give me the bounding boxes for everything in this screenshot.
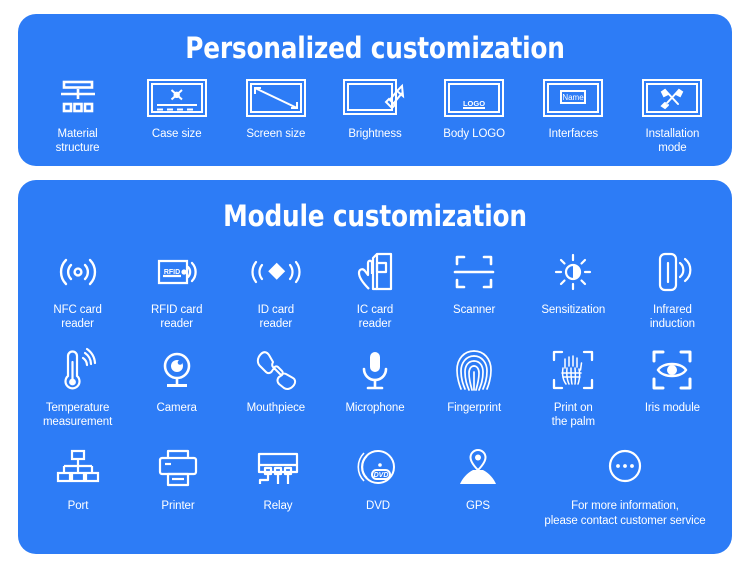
item-label: ID card reader — [257, 304, 295, 331]
item-label: Infrared induction — [649, 304, 695, 331]
item-dvd[interactable]: DVD DVD — [330, 443, 426, 513]
panel-module-customization: Module customization NFC card reader RFI… — [18, 180, 732, 554]
item-port[interactable]: Port — [30, 443, 126, 513]
item-label: For more information, please contact cus… — [544, 500, 706, 527]
panel-personalized-customization: Personalized customization Material stru… — [18, 14, 732, 166]
rfid-card-reader-icon: RFID — [151, 247, 203, 297]
item-id-card-reader[interactable]: ID card reader — [228, 247, 324, 331]
interfaces-icon: Name — [542, 75, 604, 121]
palm-print-icon — [548, 345, 598, 395]
relay-icon — [251, 443, 305, 493]
page-root: Personalized customization Material stru… — [0, 0, 750, 568]
item-label: Scanner — [453, 304, 496, 317]
item-label: Case size — [151, 128, 202, 141]
item-label: Iris module — [644, 402, 700, 415]
rfid-icon-text: RFID — [164, 269, 180, 276]
item-label: Body LOGO — [443, 128, 505, 141]
case-size-icon — [146, 75, 208, 121]
screen-size-icon — [245, 75, 307, 121]
module-items-row-3: Port Printer Relay DVD DVD GPS For more … — [28, 443, 722, 528]
item-body-logo[interactable]: LOGO Body LOGO — [426, 75, 522, 141]
item-label: Print on the palm — [551, 402, 595, 429]
more-info-icon — [603, 443, 647, 493]
interfaces-icon-text: Name — [563, 93, 585, 102]
item-camera[interactable]: Camera — [129, 345, 225, 415]
material-structure-icon — [56, 75, 100, 121]
camera-icon — [154, 345, 200, 395]
nfc-card-reader-icon — [52, 247, 104, 297]
mouthpiece-icon — [252, 345, 300, 395]
item-infrared-induction[interactable]: Infrared induction — [624, 247, 720, 331]
item-label: RFID card reader — [150, 304, 203, 331]
item-label: Fingerprint — [447, 402, 502, 415]
item-ic-card-reader[interactable]: IC card reader — [327, 247, 423, 331]
item-iris-module[interactable]: Iris module — [624, 345, 720, 415]
item-label: Port — [67, 500, 89, 513]
item-installation-mode[interactable]: Installation mode — [624, 75, 720, 155]
item-palm-print[interactable]: Print on the palm — [525, 345, 621, 429]
gps-icon — [455, 443, 501, 493]
item-case-size[interactable]: Case size — [129, 75, 225, 141]
temperature-measurement-icon — [54, 345, 102, 395]
item-label: Relay — [263, 500, 293, 513]
item-gps[interactable]: GPS — [430, 443, 526, 513]
item-sensitization[interactable]: Sensitization — [525, 247, 621, 317]
item-scanner[interactable]: Scanner — [426, 247, 522, 317]
ic-card-reader-icon — [351, 247, 399, 297]
port-icon — [54, 443, 102, 493]
item-rfid-card-reader[interactable]: RFID RFID card reader — [129, 247, 225, 331]
item-label: Sensitization — [541, 304, 606, 317]
item-more-information[interactable]: For more information, please contact cus… — [530, 443, 720, 528]
item-label: GPS — [466, 500, 490, 513]
item-fingerprint[interactable]: Fingerprint — [426, 345, 522, 415]
item-label: NFC card reader — [53, 304, 102, 331]
panel-title-personalized: Personalized customization — [185, 31, 565, 65]
printer-icon — [154, 443, 202, 493]
item-label: Camera — [156, 402, 197, 415]
scanner-icon — [451, 247, 497, 297]
item-screen-size[interactable]: Screen size — [228, 75, 324, 141]
item-label: Brightness — [348, 128, 402, 141]
module-items-row-2: Temperature measurement Camera Mouthpiec… — [28, 345, 722, 429]
item-mouthpiece[interactable]: Mouthpiece — [228, 345, 324, 415]
item-label: Screen size — [246, 128, 306, 141]
body-logo-icon: LOGO — [443, 75, 505, 121]
body-logo-icon-text: LOGO — [463, 99, 485, 108]
panel-title-module: Module customization — [223, 199, 527, 233]
item-label: Material structure — [55, 128, 100, 155]
iris-module-icon — [648, 345, 696, 395]
item-printer[interactable]: Printer — [130, 443, 226, 513]
infrared-induction-icon — [650, 247, 694, 297]
item-label: Installation mode — [645, 128, 700, 155]
item-label: Microphone — [345, 402, 405, 415]
item-label: Printer — [161, 500, 195, 513]
personalized-items-row: Material structure Case size Screen size… — [28, 75, 722, 155]
item-brightness[interactable]: Brightness — [327, 75, 423, 141]
item-label: DVD — [366, 500, 390, 513]
item-label: IC card reader — [356, 304, 394, 331]
module-items-row-1: NFC card reader RFID RFID card reader ID… — [28, 247, 722, 331]
item-material-structure[interactable]: Material structure — [30, 75, 126, 155]
dvd-icon-text: DVD — [374, 472, 389, 479]
item-nfc-card-reader[interactable]: NFC card reader — [30, 247, 126, 331]
sensitization-icon — [550, 247, 596, 297]
fingerprint-icon — [453, 345, 495, 395]
item-microphone[interactable]: Microphone — [327, 345, 423, 415]
brightness-icon — [342, 75, 408, 121]
microphone-icon — [355, 345, 395, 395]
item-temperature-measurement[interactable]: Temperature measurement — [30, 345, 126, 429]
item-label: Interfaces — [548, 128, 599, 141]
item-label: Mouthpiece — [246, 402, 306, 415]
installation-mode-icon — [641, 75, 703, 121]
id-card-reader-icon — [248, 247, 304, 297]
item-label: Temperature measurement — [42, 402, 113, 429]
item-interfaces[interactable]: Name Interfaces — [525, 75, 621, 141]
dvd-icon: DVD — [354, 443, 402, 493]
item-relay[interactable]: Relay — [230, 443, 326, 513]
